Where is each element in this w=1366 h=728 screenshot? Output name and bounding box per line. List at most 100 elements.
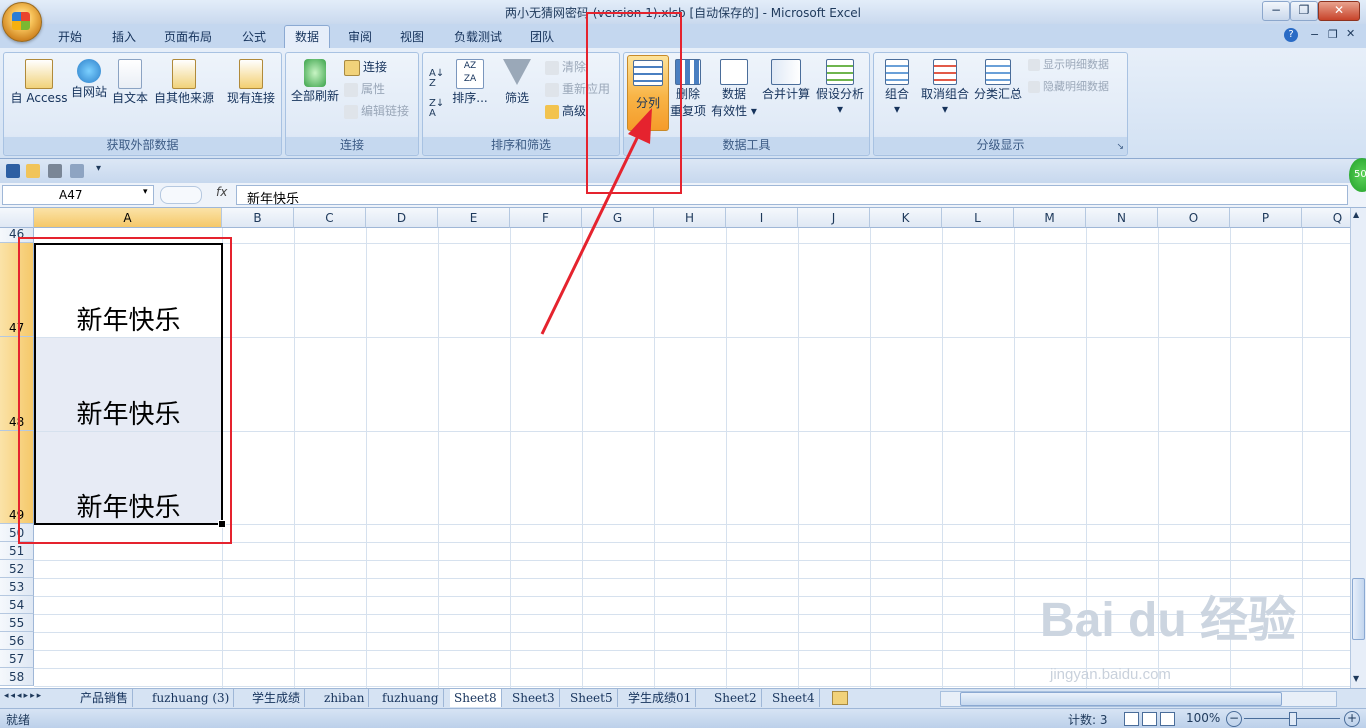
sort-asc-icon[interactable]: A↓ Z	[429, 69, 445, 89]
zoom-out-icon[interactable]: −	[1226, 711, 1242, 727]
sheet-tab[interactable]: fuzhuang (3)	[148, 689, 235, 707]
row-header[interactable]: 56	[0, 632, 34, 650]
print-preview-icon[interactable]	[70, 164, 84, 178]
from-access-button[interactable]: 自 Access	[8, 59, 70, 106]
formula-expand-handle[interactable]	[160, 186, 202, 204]
zoom-in-icon[interactable]: +	[1344, 711, 1360, 727]
column-header-m[interactable]: M	[1014, 208, 1086, 228]
sheet-tab[interactable]: Sheet8	[450, 689, 502, 707]
column-header-b[interactable]: B	[222, 208, 294, 228]
row-header[interactable]: 54	[0, 596, 34, 614]
sheet-navigation-icon[interactable]: ◂◂◂▸▸▸	[4, 691, 43, 701]
page-layout-view-icon[interactable]	[1142, 712, 1157, 726]
doc-minimize-icon[interactable]: −	[1310, 28, 1319, 41]
from-other-sources-button[interactable]: 自其他来源	[152, 59, 216, 106]
sheet-tab[interactable]: 学生成绩	[248, 689, 306, 707]
clear-button[interactable]: 清除	[545, 57, 586, 77]
from-text-button[interactable]: 自文本	[110, 59, 150, 106]
from-web-button[interactable]: 自网站	[68, 59, 110, 100]
row-header[interactable]: 55	[0, 614, 34, 632]
open-folder-icon[interactable]	[26, 164, 40, 178]
column-header-c[interactable]: C	[294, 208, 366, 228]
tab-home[interactable]: 开始	[48, 26, 92, 48]
scroll-down-icon[interactable]: ▼	[1353, 674, 1359, 683]
row-header[interactable]: 52	[0, 560, 34, 578]
sort-desc-icon[interactable]: Z↓ A	[429, 99, 445, 119]
tab-insert[interactable]: 插入	[102, 26, 146, 48]
tab-review[interactable]: 审阅	[338, 26, 382, 48]
refresh-all-button[interactable]: 全部刷新	[288, 59, 342, 104]
zoom-slider-thumb[interactable]	[1289, 712, 1297, 726]
save-icon[interactable]	[6, 164, 20, 178]
filter-button[interactable]: 筛选	[499, 59, 535, 106]
column-header-j[interactable]: J	[798, 208, 870, 228]
sheet-tab[interactable]: Sheet2	[710, 689, 762, 707]
minimize-button[interactable]: −	[1262, 1, 1290, 21]
select-all-corner[interactable]	[0, 208, 34, 228]
sheet-tab[interactable]: Sheet4	[768, 689, 820, 707]
dialog-launcher-icon[interactable]: ↘	[1116, 142, 1124, 152]
doc-close-icon[interactable]: ✕	[1346, 27, 1355, 40]
subtotal-button[interactable]: 分类汇总	[972, 59, 1024, 102]
doc-restore-icon[interactable]: ❐	[1328, 28, 1338, 41]
sheet-tab[interactable]: 学生成绩01	[624, 689, 697, 707]
row-header[interactable]: 58	[0, 668, 34, 686]
tab-view[interactable]: 视图	[390, 26, 434, 48]
sheet-tab[interactable]: Sheet3	[508, 689, 560, 707]
column-header-k[interactable]: K	[870, 208, 942, 228]
sheet-tab[interactable]: 产品销售	[76, 689, 134, 707]
column-header-n[interactable]: N	[1086, 208, 1158, 228]
ungroup-button[interactable]: 取消组合 ▾	[918, 59, 972, 116]
page-break-view-icon[interactable]	[1160, 712, 1175, 726]
tab-team[interactable]: 团队	[520, 26, 564, 48]
column-header-p[interactable]: P	[1230, 208, 1302, 228]
group-button[interactable]: 组合 ▾	[878, 59, 916, 116]
name-box[interactable]: A47 ▾	[2, 185, 154, 205]
customize-qat-icon[interactable]: ▾	[96, 163, 101, 174]
existing-connections-button[interactable]: 现有连接	[222, 59, 280, 106]
horizontal-scroll-thumb[interactable]	[960, 692, 1282, 706]
sheet-tab[interactable]: fuzhuang	[378, 689, 444, 707]
column-header-l[interactable]: L	[942, 208, 1014, 228]
column-header-i[interactable]: I	[726, 208, 798, 228]
tab-page-layout[interactable]: 页面布局	[154, 26, 222, 48]
insert-sheet-icon[interactable]	[832, 691, 848, 705]
button-label: 自其他来源	[153, 91, 214, 105]
connections-button[interactable]: 连接	[344, 57, 387, 77]
column-header-a[interactable]: A	[34, 208, 222, 228]
consolidate-button[interactable]: 合并计算	[760, 59, 812, 102]
sheet-tab[interactable]: Sheet5	[566, 689, 618, 707]
column-header-d[interactable]: D	[366, 208, 438, 228]
zoom-level[interactable]: 100%	[1186, 711, 1220, 725]
hide-detail-button[interactable]: 隐藏明细数据	[1028, 77, 1109, 97]
chevron-down-icon[interactable]: ▾	[143, 187, 148, 197]
edit-links-button[interactable]: 编辑链接	[344, 101, 409, 121]
scroll-up-icon[interactable]: ▲	[1353, 210, 1359, 219]
office-button[interactable]	[2, 2, 42, 42]
row-header[interactable]: 51	[0, 542, 34, 560]
tab-formulas[interactable]: 公式	[232, 26, 276, 48]
tab-data[interactable]: 数据	[284, 25, 331, 48]
row-header[interactable]: 57	[0, 650, 34, 668]
column-header-e[interactable]: E	[438, 208, 510, 228]
insert-function-icon[interactable]: fx	[216, 185, 227, 199]
show-detail-button[interactable]: 显示明细数据	[1028, 55, 1109, 75]
properties-button[interactable]: 属性	[344, 79, 385, 99]
formula-input[interactable]: 新年快乐	[236, 185, 1348, 207]
sort-button[interactable]: AZ ZA 排序...	[451, 59, 489, 106]
tab-load-test[interactable]: 负载测试	[444, 26, 512, 48]
sheet-tab[interactable]: zhiban	[320, 689, 370, 707]
print-icon[interactable]	[48, 164, 62, 178]
show-detail-icon	[1028, 59, 1040, 71]
data-validation-button[interactable]: 数据 有效性 ▾	[710, 59, 758, 119]
close-button[interactable]: ✕	[1318, 1, 1360, 21]
row-header[interactable]: 53	[0, 578, 34, 596]
normal-view-icon[interactable]	[1124, 712, 1139, 726]
vertical-scroll-thumb[interactable]	[1352, 578, 1365, 640]
help-icon[interactable]: ?	[1284, 28, 1298, 42]
restore-button[interactable]: ❐	[1290, 1, 1318, 21]
column-header-o[interactable]: O	[1158, 208, 1230, 228]
row-number: 52	[9, 562, 25, 576]
column-header-q[interactable]: Q	[1302, 208, 1350, 228]
what-if-analysis-button[interactable]: 假设分析 ▾	[814, 59, 866, 116]
